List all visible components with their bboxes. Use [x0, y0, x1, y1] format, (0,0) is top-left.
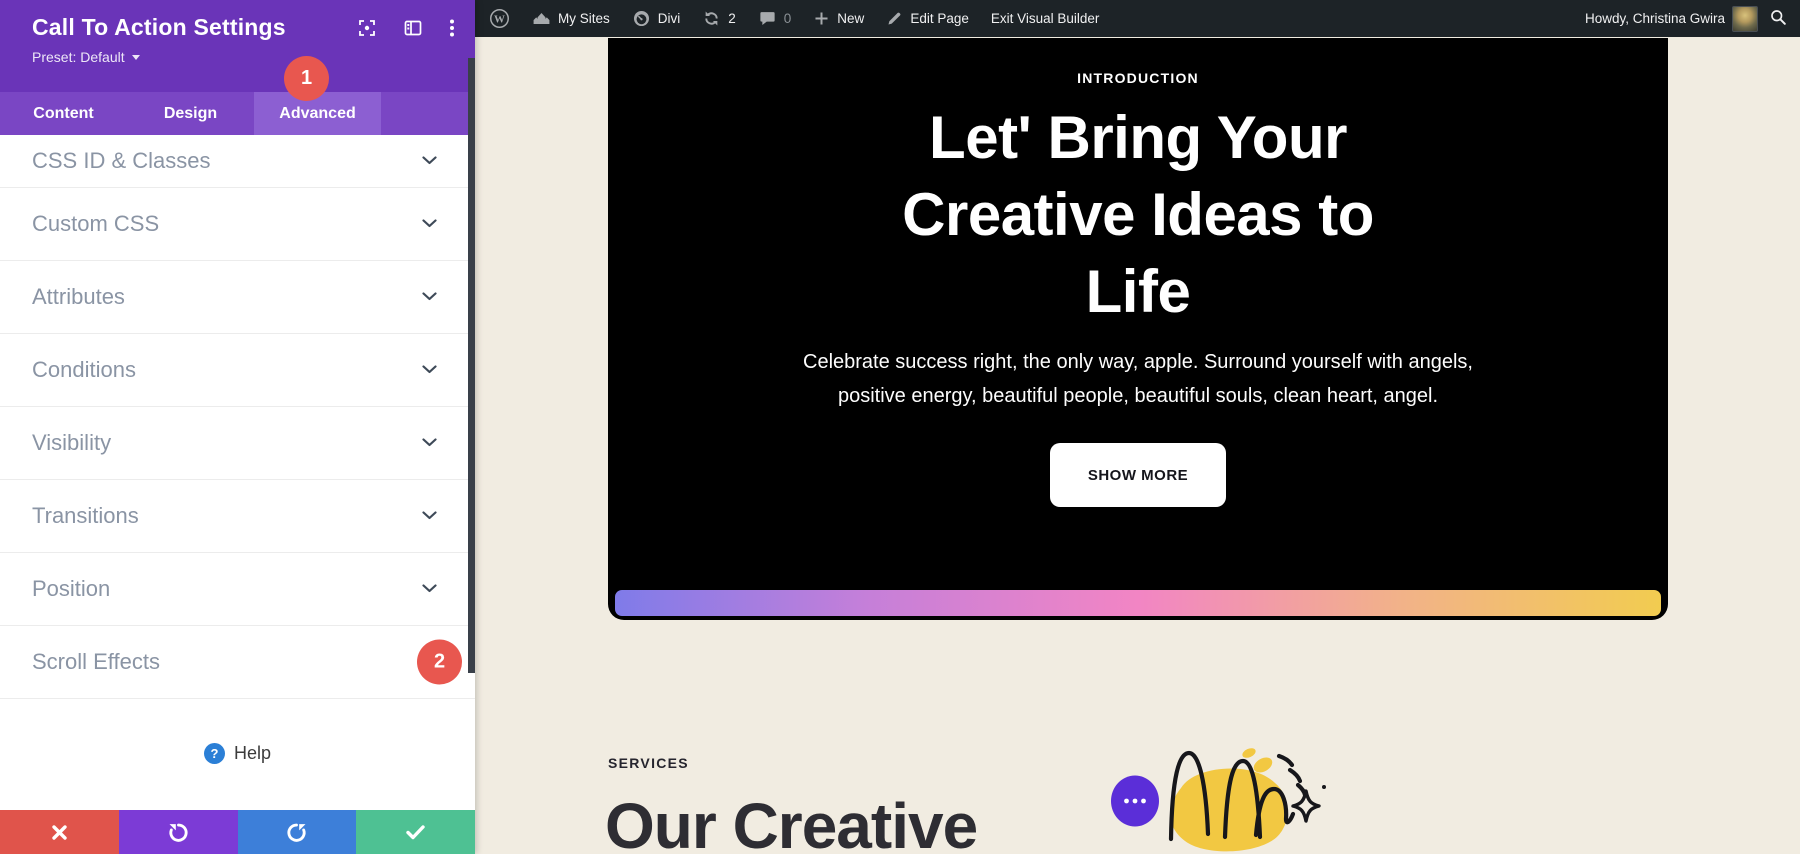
pencil-icon	[886, 10, 903, 27]
divi-gauge-icon	[632, 9, 651, 28]
edit-page-menu[interactable]: Edit Page	[886, 10, 969, 27]
hero-title-line-3: Life	[608, 253, 1668, 330]
preset-selector[interactable]: Preset: Default	[32, 49, 453, 65]
exit-visual-builder-label: Exit Visual Builder	[991, 11, 1100, 26]
hero-title: Let' Bring Your Creative Ideas to Life	[608, 99, 1668, 330]
services-decorative-graphic	[1103, 743, 1338, 854]
howdy-label: Howdy, Christina Gwira	[1585, 11, 1725, 26]
settings-tabs: Content Design Advanced 1	[0, 92, 475, 135]
section-scroll-effects[interactable]: Scroll Effects 2	[0, 626, 475, 699]
comment-count: 0	[784, 11, 792, 26]
focus-mode-icon[interactable]	[357, 18, 377, 43]
discard-button[interactable]	[0, 810, 119, 854]
chevron-down-icon	[422, 152, 437, 170]
caret-down-icon	[132, 55, 140, 60]
svg-text:W: W	[494, 14, 505, 26]
account-menu[interactable]: Howdy, Christina Gwira	[1585, 6, 1758, 32]
section-transitions[interactable]: Transitions	[0, 480, 475, 553]
wordpress-logo-icon: W	[489, 8, 510, 29]
undo-button[interactable]	[119, 810, 238, 854]
panel-scrollbar[interactable]	[468, 58, 475, 673]
kebab-menu-icon[interactable]	[449, 18, 455, 43]
divi-visual-builder: W My Sites	[0, 0, 1800, 854]
services-eyebrow: SERVICES	[608, 755, 689, 771]
chevron-down-icon	[422, 361, 437, 379]
hero-title-line-1: Let' Bring Your	[608, 99, 1668, 176]
wp-admin-bar: W My Sites	[475, 0, 1800, 37]
section-conditions[interactable]: Conditions	[0, 334, 475, 407]
section-position[interactable]: Position	[0, 553, 475, 626]
hero-title-line-2: Creative Ideas to	[608, 176, 1668, 253]
chevron-down-icon	[422, 507, 437, 525]
my-sites-icon	[532, 9, 551, 28]
chevron-down-icon	[422, 580, 437, 598]
update-count: 2	[728, 11, 736, 26]
chevron-down-icon	[422, 434, 437, 452]
show-more-button[interactable]: SHOW MORE	[1050, 443, 1226, 507]
new-content-menu[interactable]: New	[813, 10, 864, 27]
panel-toolbar	[0, 810, 475, 854]
step-badge-2: 2	[417, 640, 462, 685]
sparkle-star	[1293, 791, 1319, 821]
section-attributes[interactable]: Attributes	[0, 261, 475, 334]
hero-paragraph-line-2: positive energy, beautiful people, beaut…	[608, 379, 1668, 413]
section-visibility[interactable]: Visibility	[0, 407, 475, 480]
search-icon[interactable]	[1768, 7, 1788, 30]
plus-icon	[813, 10, 830, 27]
hero-eyebrow: INTRODUCTION	[608, 70, 1668, 86]
updates-menu[interactable]: 2	[702, 9, 736, 28]
help-question-icon: ?	[204, 743, 225, 764]
redo-button[interactable]	[238, 810, 357, 854]
comment-bubble-icon	[758, 9, 777, 28]
section-css-id-classes[interactable]: CSS ID & Classes	[0, 135, 475, 188]
panel-layout-icon[interactable]	[403, 18, 423, 43]
save-button[interactable]	[356, 810, 475, 854]
comments-menu[interactable]: 0	[758, 9, 792, 28]
my-sites-label: My Sites	[558, 11, 610, 26]
tab-content[interactable]: Content	[0, 92, 127, 135]
step-badge-1: 1	[284, 56, 329, 101]
edit-page-label: Edit Page	[910, 11, 969, 26]
preset-label: Preset: Default	[32, 49, 125, 65]
my-sites-menu[interactable]: My Sites	[532, 9, 610, 28]
hero-paragraph-line-1: Celebrate success right, the only way, a…	[608, 345, 1668, 379]
exit-visual-builder[interactable]: Exit Visual Builder	[991, 11, 1100, 26]
hero-paragraph: Celebrate success right, the only way, a…	[608, 345, 1668, 413]
wp-logo-menu[interactable]: W	[489, 8, 510, 29]
divi-label: Divi	[658, 11, 681, 26]
chevron-down-icon	[422, 215, 437, 233]
new-label: New	[837, 11, 864, 26]
help-link[interactable]: ? Help	[0, 699, 475, 807]
section-custom-css[interactable]: Custom CSS	[0, 188, 475, 261]
tab-design[interactable]: Design	[127, 92, 254, 135]
chevron-down-icon	[422, 288, 437, 306]
page-canvas: INTRODUCTION Let' Bring Your Creative Id…	[475, 37, 1800, 854]
settings-panel-header: Call To Action Settings Preset: Default	[0, 0, 475, 92]
services-heading: Our Creative	[605, 789, 977, 854]
settings-panel: Call To Action Settings Preset: Default	[0, 0, 475, 854]
divi-menu[interactable]: Divi	[632, 9, 681, 28]
call-to-action-module[interactable]: INTRODUCTION Let' Bring Your Creative Id…	[608, 38, 1668, 620]
tab-advanced[interactable]: Advanced	[254, 92, 381, 135]
hero-gradient-bar	[615, 590, 1661, 616]
advanced-sections-list: CSS ID & Classes Custom CSS Attributes C…	[0, 135, 475, 810]
user-avatar	[1732, 6, 1758, 32]
updates-refresh-icon	[702, 9, 721, 28]
